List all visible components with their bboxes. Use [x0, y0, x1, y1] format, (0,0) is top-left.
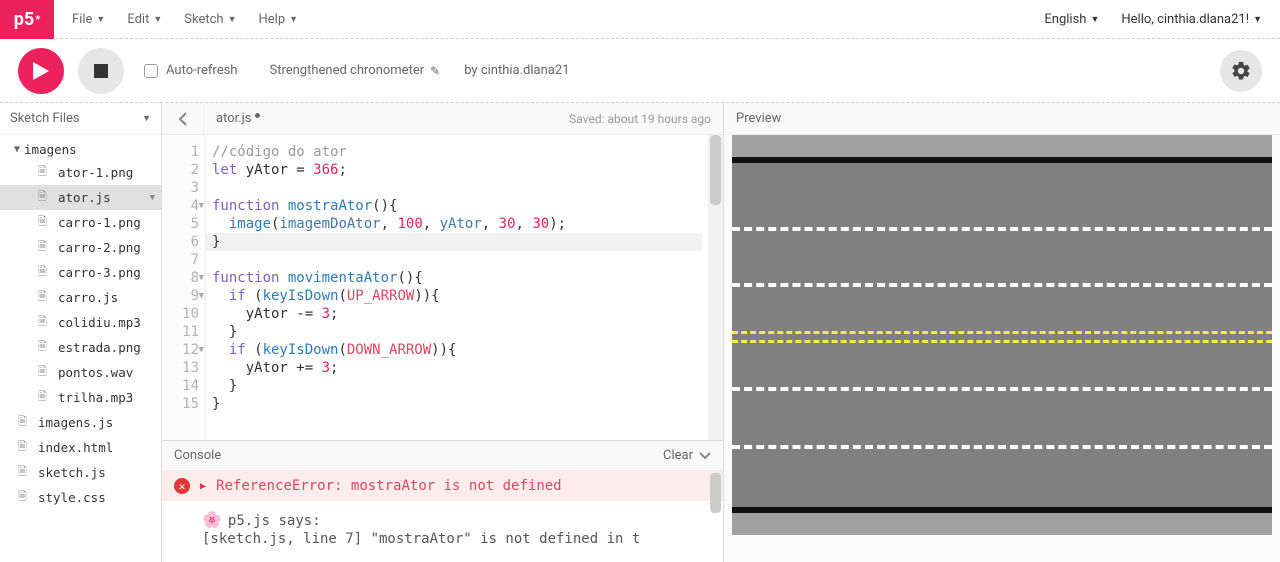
file-item[interactable]: 🗎carro-3.png: [0, 260, 161, 285]
console-title: Console: [174, 448, 221, 463]
file-tab[interactable]: ator.js: [204, 111, 272, 126]
preview-canvas: [732, 135, 1272, 535]
code-editor[interactable]: 1234▼5678▼9▼101112▼131415 //código do at…: [162, 135, 723, 440]
chevron-down-icon: ▼: [142, 113, 151, 124]
menu-file[interactable]: File▼: [72, 12, 105, 27]
pencil-icon: ✎: [430, 64, 440, 78]
auto-refresh-toggle[interactable]: Auto-refresh: [144, 63, 237, 78]
file-item[interactable]: 🗎sketch.js: [0, 460, 161, 485]
gear-icon: [1230, 60, 1252, 82]
save-status: Saved: about 19 hours ago: [569, 112, 711, 126]
stop-icon: [94, 64, 108, 78]
file-tree: ▼imagens🗎ator-1.png🗎ator.js▼🗎carro-1.png…: [0, 135, 161, 514]
folder-item[interactable]: ▼imagens: [0, 139, 161, 160]
author-label: by cinthia.dlana21: [464, 63, 569, 78]
file-item[interactable]: 🗎carro-1.png: [0, 210, 161, 235]
file-item[interactable]: 🗎ator.js▼: [0, 185, 161, 210]
file-item[interactable]: 🗎index.html: [0, 435, 161, 460]
menu-edit[interactable]: Edit▼: [127, 12, 162, 27]
chevron-down-icon: ▼: [289, 14, 298, 25]
language-selector[interactable]: English▼: [1044, 12, 1099, 27]
chevron-left-icon: [178, 112, 188, 126]
console-info: 🌸p5.js says: [sketch.js, line 7] "mostra…: [162, 501, 723, 548]
console-scrollbar[interactable]: [710, 473, 721, 560]
file-item[interactable]: 🗎carro.js: [0, 285, 161, 310]
editor-scrollbar[interactable]: [708, 135, 723, 440]
user-menu[interactable]: Hello, cinthia.dlana21!▼: [1121, 12, 1262, 27]
logo[interactable]: p5*: [0, 0, 54, 39]
collapse-sidebar-button[interactable]: [162, 103, 204, 135]
play-icon: [33, 62, 49, 80]
expand-icon: ▶: [200, 481, 206, 492]
console-error-row[interactable]: ✕ ▶ ReferenceError: mostraAtor is not de…: [162, 471, 723, 501]
file-item[interactable]: 🗎pontos.wav: [0, 360, 161, 385]
play-button[interactable]: [18, 48, 64, 94]
settings-button[interactable]: [1220, 50, 1262, 92]
file-item[interactable]: 🗎carro-2.png: [0, 235, 161, 260]
chevron-down-icon: ▼: [1090, 14, 1099, 25]
file-item[interactable]: 🗎estrada.png: [0, 335, 161, 360]
file-item[interactable]: 🗎style.css: [0, 485, 161, 510]
file-item[interactable]: 🗎ator-1.png: [0, 160, 161, 185]
file-item[interactable]: 🗎trilha.mp3: [0, 385, 161, 410]
menu-sketch[interactable]: Sketch▼: [184, 12, 236, 27]
unsaved-dot-icon: [255, 113, 260, 118]
chevron-down-icon: ▼: [1253, 14, 1262, 25]
chevron-down-icon: ▼: [96, 14, 105, 25]
file-item[interactable]: 🗎imagens.js: [0, 410, 161, 435]
sidebar-header[interactable]: Sketch Files ▼: [0, 103, 161, 135]
flower-icon: 🌸: [202, 511, 222, 529]
chevron-down-icon: ▼: [153, 14, 162, 25]
error-icon: ✕: [174, 478, 190, 494]
file-item[interactable]: 🗎colidiu.mp3: [0, 310, 161, 335]
preview-title: Preview: [724, 103, 1280, 135]
stop-button[interactable]: [78, 48, 124, 94]
checkbox-icon: [144, 64, 158, 78]
chevron-down-icon: ▼: [228, 14, 237, 25]
menu-help[interactable]: Help▼: [258, 12, 298, 27]
error-message: ReferenceError: mostraAtor is not define…: [216, 478, 562, 494]
chevron-down-icon: [699, 452, 711, 460]
sketch-name[interactable]: Strengthened chronometer ✎: [269, 63, 440, 78]
console-clear-button[interactable]: Clear: [663, 448, 711, 463]
